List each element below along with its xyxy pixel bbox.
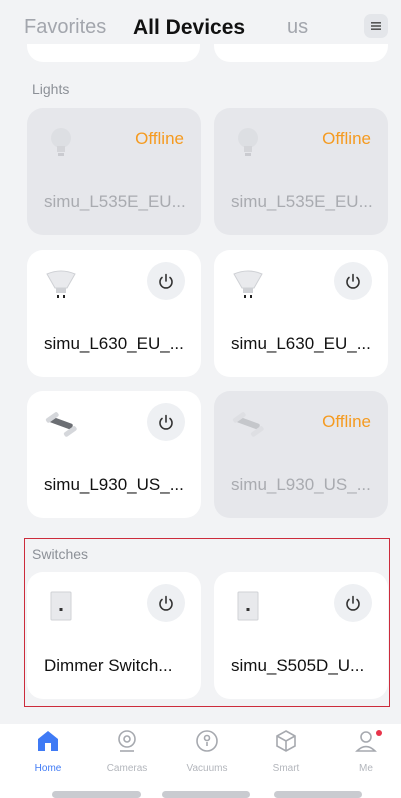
tab-all-devices[interactable]: All Devices — [133, 16, 245, 40]
offline-label: Offline — [135, 129, 184, 148]
power-button[interactable] — [147, 403, 185, 441]
device-name: simu_L535E_EU... — [231, 192, 373, 211]
section-title-lights: Lights — [32, 81, 70, 97]
tab-us[interactable]: us — [287, 16, 308, 39]
top-tab-bar: Favorites All Devices us — [0, 0, 401, 44]
power-icon — [159, 273, 173, 289]
bulb-icon — [238, 128, 258, 156]
device-card-partial[interactable] — [27, 44, 200, 62]
power-icon — [159, 414, 173, 430]
device-card-light[interactable]: simu_L930_US_... — [27, 391, 201, 518]
device-name: simu_L630_EU_... — [231, 334, 371, 353]
nav-vacuums[interactable]: Vacuums — [177, 728, 237, 774]
nav-label: Vacuums — [186, 763, 228, 774]
scroll-indicator — [162, 791, 250, 798]
offline-label: Offline — [322, 412, 371, 431]
nav-me[interactable]: Me — [336, 728, 396, 774]
home-icon — [38, 731, 58, 751]
menu-button[interactable] — [364, 14, 388, 38]
light-strip-icon — [232, 412, 264, 437]
vacuum-icon — [196, 730, 218, 752]
bottom-nav: Home Cameras Vacuums Smart Me — [0, 724, 401, 798]
device-name: simu_L930_US_... — [231, 475, 371, 494]
nav-smart[interactable]: Smart — [256, 728, 316, 774]
nav-cameras[interactable]: Cameras — [97, 728, 157, 774]
scroll-indicator — [274, 791, 362, 798]
scroll-indicator — [52, 791, 141, 798]
spotlight-bulb-icon — [46, 270, 76, 298]
device-card-light[interactable]: Offline simu_L535E_EU... — [214, 108, 388, 235]
nav-label: Home — [34, 763, 62, 774]
cube-icon — [276, 730, 296, 752]
power-icon — [346, 273, 360, 289]
spotlight-bulb-icon — [233, 270, 263, 298]
device-card-light[interactable]: Offline simu_L535E_EU... — [27, 108, 201, 235]
offline-label: Offline — [322, 129, 371, 148]
power-button[interactable] — [147, 262, 185, 300]
switches-highlight-box — [24, 538, 390, 707]
device-name: simu_L630_EU_... — [44, 334, 184, 353]
device-card-light[interactable]: simu_L630_EU_... — [27, 250, 201, 377]
nav-label: Me — [359, 763, 373, 774]
nav-home[interactable]: Home — [18, 728, 78, 774]
power-button[interactable] — [334, 262, 372, 300]
device-card-partial[interactable] — [214, 44, 388, 62]
device-card-light[interactable]: Offline simu_L930_US_... — [214, 391, 388, 518]
menu-icon — [371, 22, 381, 30]
light-strip-icon — [45, 412, 77, 437]
device-card-light[interactable]: simu_L630_EU_... — [214, 250, 388, 377]
notification-dot — [376, 730, 382, 736]
nav-label: Smart — [272, 763, 300, 774]
device-name: simu_L930_US_... — [44, 475, 184, 494]
bulb-icon — [51, 128, 71, 156]
camera-icon — [118, 730, 136, 752]
device-name: simu_L535E_EU... — [44, 192, 186, 211]
nav-label: Cameras — [106, 763, 148, 774]
tab-favorites[interactable]: Favorites — [24, 16, 106, 39]
